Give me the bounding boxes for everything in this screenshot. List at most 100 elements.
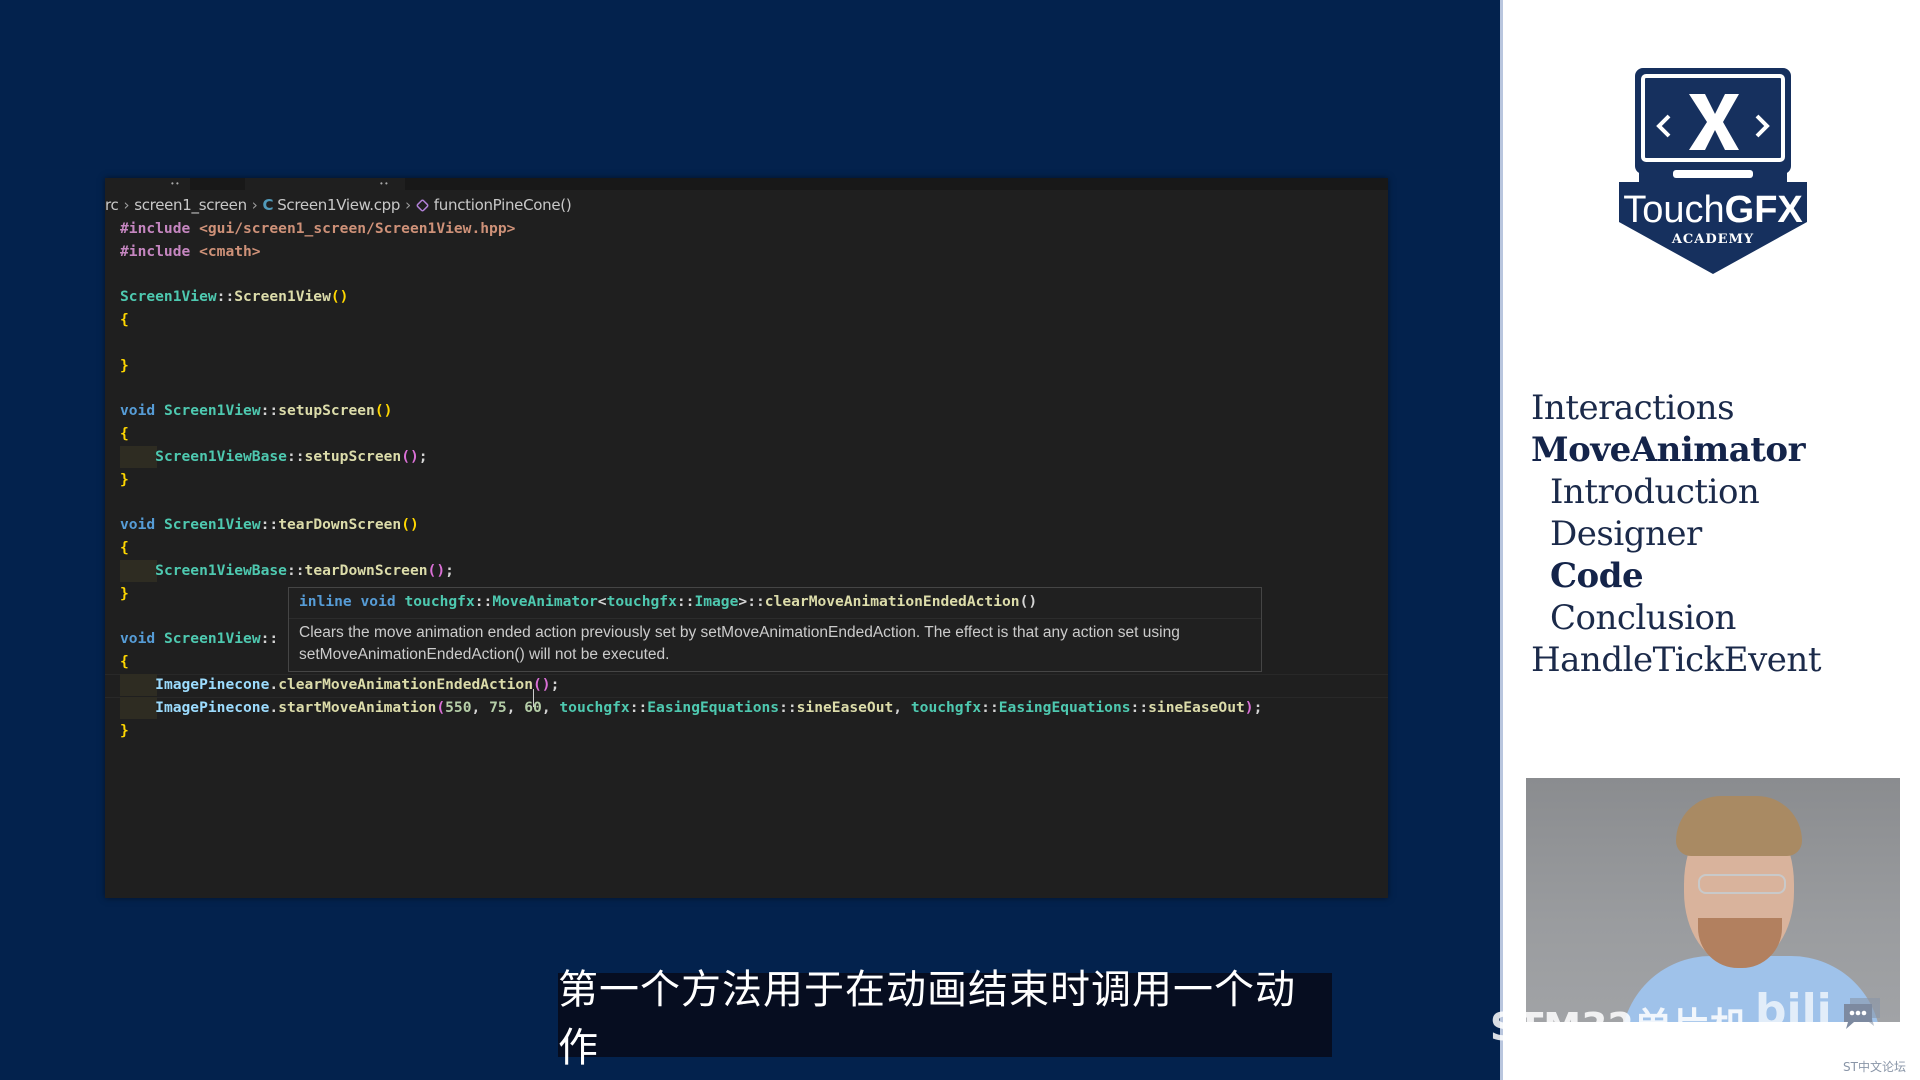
cpp-file-icon: C xyxy=(262,196,274,214)
code-token: touchgfx xyxy=(559,698,630,716)
code-token: () xyxy=(427,562,446,579)
logo-subtitle: ACADEMY xyxy=(1671,232,1754,247)
code-token: ImagePinecone xyxy=(155,698,270,716)
code-line[interactable]: Screen1ViewBase::tearDownScreen(); xyxy=(120,560,454,582)
code-line[interactable]: { xyxy=(120,423,129,445)
code-line[interactable]: } xyxy=(120,583,129,605)
signature-token: > xyxy=(738,593,748,610)
code-token: Screen1ViewBase xyxy=(155,448,287,465)
code-token: void xyxy=(120,630,156,648)
code-token: . xyxy=(269,676,279,693)
code-token: () xyxy=(401,516,419,534)
code-token: #include xyxy=(120,220,191,237)
code-token: Screen1ViewBase xyxy=(155,562,287,579)
code-token: { xyxy=(120,311,129,329)
code-editor[interactable]: • • • • rc › screen1_screen › C Screen1View.c… xyxy=(105,178,1388,898)
outline-item: Code xyxy=(1550,556,1644,596)
code-token: sineEaseOut xyxy=(1148,698,1245,716)
code-token: } xyxy=(120,356,129,374)
code-token: { xyxy=(120,425,129,443)
presenter-webcam xyxy=(1526,778,1900,1022)
hover-documentation: Clears the move animation ended action p… xyxy=(299,624,1180,663)
code-line[interactable]: void Screen1View:: xyxy=(120,628,278,650)
code-token: void xyxy=(120,516,156,534)
hover-signature: inline void touchgfx::MoveAnimator<touch… xyxy=(299,593,1037,610)
outline-item: Introduction xyxy=(1550,472,1760,512)
signature-token: touchgfx xyxy=(606,593,677,610)
presenter-hair xyxy=(1676,796,1802,856)
outline-item: HandleTickEvent xyxy=(1531,640,1821,680)
chevron-right-icon: › xyxy=(251,196,258,214)
breadcrumb-item[interactable]: functionPineCone() xyxy=(434,196,572,214)
forum-label: ST中文论坛 xyxy=(1843,1060,1906,1074)
code-token: } xyxy=(120,721,129,739)
code-token: startMoveAnimation xyxy=(278,698,437,716)
code-token: <cmath> xyxy=(199,242,261,260)
hover-tooltip: inline void touchgfx::MoveAnimator<touch… xyxy=(288,587,1262,672)
code-token: ; xyxy=(418,448,428,465)
signature-token: () xyxy=(1019,593,1038,610)
code-token: #include xyxy=(120,242,191,260)
bilibili-logo: bili xyxy=(1755,985,1832,1036)
code-token: :: xyxy=(286,562,305,579)
code-token: () xyxy=(374,402,393,420)
code-line[interactable]: Screen1View::Screen1View() xyxy=(120,286,348,308)
course-sidebar: TouchGFX ACADEMY Interactions MoveAnimato… xyxy=(1500,0,1920,1080)
code-token: , xyxy=(506,698,525,716)
code-token: 550 xyxy=(445,698,472,716)
code-token: , xyxy=(541,698,560,716)
code-token: () xyxy=(401,448,419,465)
code-token: ; xyxy=(445,562,454,579)
outline-item: Interactions xyxy=(1531,388,1735,428)
code-line[interactable]: void Screen1View::setupScreen() xyxy=(120,400,392,422)
code-line[interactable]: { xyxy=(120,309,129,331)
subtitle-caption: 第一个方法用于在动画结束时调用一个动作 xyxy=(558,967,1332,1071)
code-token: () xyxy=(330,288,349,306)
code-token: tearDownScreen xyxy=(278,516,402,534)
code-line[interactable]: { xyxy=(120,651,129,673)
code-token: { xyxy=(120,653,129,671)
signature-token: MoveAnimator xyxy=(492,593,598,610)
editor-tab-bar: • • • • xyxy=(105,178,1388,190)
breadcrumb-item[interactable]: rc xyxy=(105,196,119,214)
signature-token: clearMoveAnimationEndedAction xyxy=(764,593,1020,610)
code-token: touchgfx xyxy=(910,698,982,716)
code-line[interactable]: void Screen1View::tearDownScreen() xyxy=(120,514,419,536)
code-line[interactable]: ImagePinecone.clearMoveAnimationEndedAct… xyxy=(120,674,559,696)
code-token: Screen1View xyxy=(163,516,261,534)
code-line[interactable]: } xyxy=(120,355,129,377)
code-token: :: xyxy=(981,698,999,716)
hover-divider xyxy=(289,618,1261,619)
editor-tab[interactable]: • • xyxy=(245,178,405,190)
breadcrumb-item[interactable]: Screen1View.cpp xyxy=(277,196,400,214)
code-token: { xyxy=(120,539,129,557)
breadcrumb: rc › screen1_screen › C Screen1View.cpp › funct… xyxy=(105,194,572,216)
code-token: () xyxy=(533,676,551,693)
code-line[interactable]: { xyxy=(120,537,129,559)
code-token: ImagePinecone xyxy=(155,676,270,693)
breadcrumb-item[interactable]: screen1_screen xyxy=(134,196,247,214)
code-line[interactable]: } xyxy=(120,469,129,491)
signature-token: :: xyxy=(676,593,695,610)
code-token: :: xyxy=(260,516,279,534)
outline-item: MoveAnimator xyxy=(1531,430,1806,470)
signature-token: touchgfx xyxy=(404,593,475,610)
code-line[interactable]: ImagePinecone.startMoveAnimation(550, 75… xyxy=(120,697,1262,719)
code-token: setupScreen xyxy=(278,402,375,420)
code-token: ( xyxy=(436,698,446,716)
signature-token: < xyxy=(597,593,607,610)
signature-token xyxy=(352,593,361,610)
code-line[interactable]: Screen1ViewBase::setupScreen(); xyxy=(120,446,428,468)
logo-title: TouchGFX xyxy=(1623,189,1803,231)
code-line[interactable]: #include <gui/screen1_screen/Screen1View… xyxy=(120,218,515,240)
signature-token: :: xyxy=(747,593,765,610)
subtitle-text: 第一个方法用于在动画结束时调用一个动作 xyxy=(558,967,1296,1071)
video-stage: • • • • rc › screen1_screen › C Screen1View.c… xyxy=(0,0,1500,1080)
editor-tab[interactable]: • • xyxy=(105,178,190,190)
code-line[interactable]: #include <cmath> xyxy=(120,241,261,263)
code-line[interactable]: } xyxy=(120,720,129,742)
code-token: , xyxy=(893,698,911,716)
